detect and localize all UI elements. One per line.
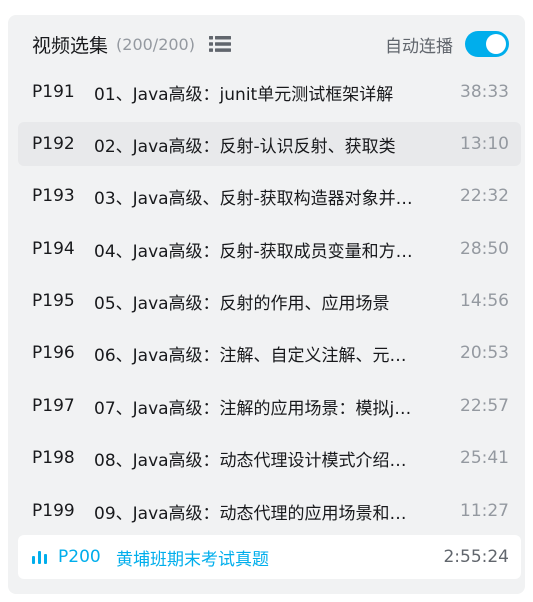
episode-duration: 2:55:24 — [443, 547, 509, 567]
now-playing-icon — [32, 550, 48, 564]
episode-item[interactable]: P194 04、Java高级：反射-获取成员变量和方… 28:50 — [18, 227, 521, 271]
episode-duration: 22:32 — [460, 186, 509, 206]
episode-duration: 14:56 — [460, 291, 509, 311]
episode-number: P194 — [32, 239, 75, 259]
episode-item[interactable]: P196 06、Java高级：注解、自定义注解、元… 20:53 — [18, 331, 521, 375]
episode-duration: 20:53 — [460, 343, 509, 363]
episode-list: P191 01、Java高级：junit单元测试框架详解 38:33 P192 … — [8, 72, 525, 594]
toggle-knob — [486, 34, 506, 54]
episode-item[interactable]: P198 08、Java高级：动态代理设计模式介绍… 25:41 — [18, 436, 521, 480]
episode-number: P195 — [32, 291, 75, 311]
episode-duration: 11:27 — [460, 501, 509, 521]
episode-duration: 38:33 — [460, 82, 509, 102]
episode-duration: 28:50 — [460, 239, 509, 259]
episode-item[interactable]: P197 07、Java高级：注解的应用场景：模拟j… 22:57 — [18, 384, 521, 428]
episode-duration: 22:57 — [460, 396, 509, 416]
episode-item[interactable]: P199 09、Java高级：动态代理的应用场景和… 11:27 — [18, 489, 521, 533]
episode-title: 03、Java高级、反射-获取构造器对象并… — [94, 188, 413, 209]
episode-title: 02、Java高级：反射-认识反射、获取类 — [94, 136, 396, 157]
episode-title: 黄埔班期末考试真题 — [116, 549, 269, 570]
episode-item[interactable]: P191 01、Java高级：junit单元测试框架详解 38:33 — [18, 72, 521, 114]
episode-title: 04、Java高级：反射-获取成员变量和方… — [94, 241, 413, 262]
episode-number: P196 — [32, 343, 75, 363]
panel-title: 视频选集 — [32, 34, 109, 57]
episode-panel: 视频选集 (200/200) 自动连播 P191 01、Java高级：junit… — [8, 15, 525, 594]
episode-number: P198 — [32, 448, 75, 468]
episode-item[interactable]: P193 03、Java高级、反射-获取构造器对象并… 22:32 — [18, 174, 521, 218]
episode-count: (200/200) — [116, 34, 195, 54]
episode-title: 09、Java高级：动态代理的应用场景和… — [94, 503, 407, 524]
episode-item[interactable]: P192 02、Java高级：反射-认识反射、获取类 13:10 — [18, 122, 521, 166]
episode-item-current[interactable]: P200 黄埔班期末考试真题 2:55:24 — [18, 535, 521, 579]
episode-title: 01、Java高级：junit单元测试框架详解 — [94, 84, 394, 105]
episode-title: 05、Java高级：反射的作用、应用场景 — [94, 293, 390, 314]
episode-title: 08、Java高级：动态代理设计模式介绍… — [94, 450, 407, 471]
episode-duration: 13:10 — [460, 134, 509, 154]
episode-duration: 25:41 — [460, 448, 509, 468]
autoplay-label: 自动连播 — [385, 36, 453, 57]
list-view-icon[interactable] — [208, 35, 231, 53]
panel-header: 视频选集 (200/200) 自动连播 — [8, 15, 525, 73]
episode-number: P191 — [32, 82, 75, 102]
episode-number: P197 — [32, 396, 75, 416]
autoplay-toggle[interactable] — [465, 31, 509, 57]
episode-number: P193 — [32, 186, 75, 206]
episode-item[interactable]: P195 05、Java高级：反射的作用、应用场景 14:56 — [18, 279, 521, 323]
episode-number: P199 — [32, 501, 75, 521]
episode-title: 07、Java高级：注解的应用场景：模拟j… — [94, 398, 412, 419]
episode-title: 06、Java高级：注解、自定义注解、元… — [94, 345, 407, 366]
episode-number: P200 — [58, 547, 101, 567]
episode-number: P192 — [32, 134, 75, 154]
